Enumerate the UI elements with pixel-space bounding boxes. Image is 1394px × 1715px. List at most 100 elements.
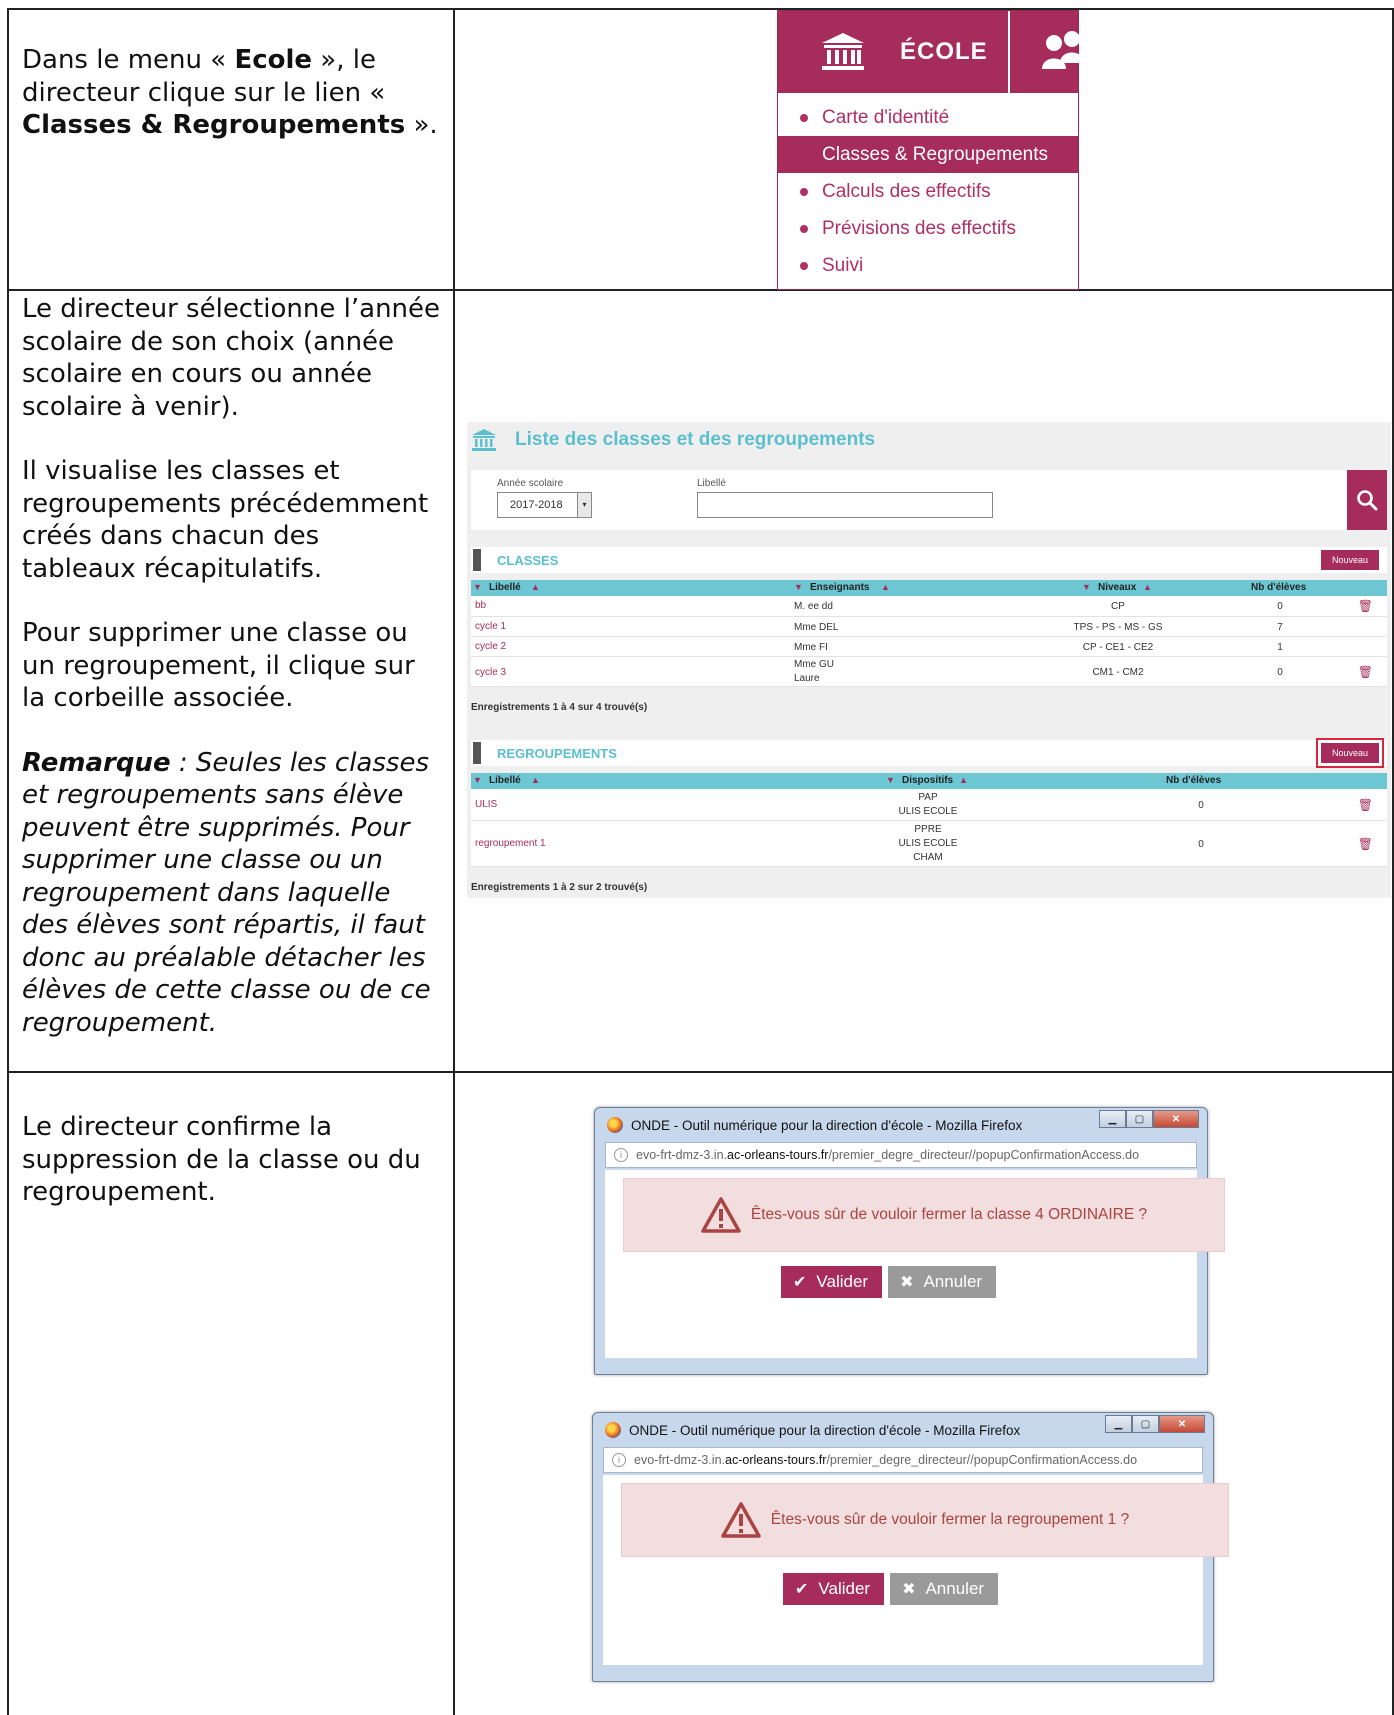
column-header[interactable]: Libellé [489,775,521,786]
regroupement-link[interactable]: regroupement 1 [475,838,546,849]
alert-message: Êtes-vous sûr de vouloir fermer la class… [623,1178,1225,1252]
levels: TPS - PS - MS - GS [1073,622,1163,633]
menu-item-previsions-effectifs[interactable]: Prévisions des effectifs [778,210,1078,247]
close-icon[interactable]: ✕ [1159,1415,1205,1433]
dropdown-arrow-icon[interactable]: ▾ [577,493,591,517]
check-icon: ✔ [795,1581,809,1598]
sort-asc-icon[interactable]: ▲ [959,775,968,785]
check-icon: ✔ [793,1274,807,1291]
step-3-text-cell: Le directeur confirme la suppression de … [7,1071,455,1715]
menu-item-suivi[interactable]: Suivi [778,247,1078,284]
button-label: Valider [816,1272,869,1291]
year-select[interactable]: 2017-2018 ▾ [497,492,592,518]
trash-icon[interactable]: 🗑 [1358,837,1373,851]
minimize-icon[interactable]: ▁ [1099,1110,1126,1128]
column-header: Nb d'élèves [1166,775,1222,786]
warning-icon [721,1502,761,1538]
step-1-text-cell: Dans le menu « Ecole », le directeur cli… [7,8,455,291]
url-prefix: evo-frt-dmz-3.in. [636,1148,727,1162]
dispositif: PPRE [914,824,942,835]
info-icon[interactable]: i [614,1148,628,1162]
regroupements-table: ▼ Libellé ▲ ▼ Dispositifs ▲ Nb d'élèves … [471,773,1387,867]
table-row: cycle 1 Mme DEL TPS - PS - MS - GS 7 [471,617,1387,637]
school-building-icon [822,33,864,70]
sort-asc-icon[interactable]: ▲ [881,582,890,592]
sort-desc-icon[interactable]: ▼ [473,775,482,785]
bullet [800,113,808,122]
url-domain: ac-orleans-tours.fr [725,1453,827,1467]
trash-icon[interactable]: 🗑 [1358,798,1373,812]
trash-icon[interactable]: 🗑 [1358,599,1373,613]
class-link[interactable]: cycle 1 [475,621,506,632]
column-header[interactable]: Enseignants [810,582,869,593]
column-header[interactable]: Libellé [489,582,521,593]
valider-button[interactable]: ✔ Valider [783,1573,885,1605]
maximize-icon[interactable]: ▢ [1126,1110,1153,1128]
menu-list: Carte d'identité Classes & Regroupements… [778,93,1078,284]
menu-header[interactable]: ÉCOLE [778,11,1080,93]
year-label: Année scolaire [497,478,564,489]
dialog-buttons: ✔ Valider ✖ Annuler [781,1266,997,1298]
button-label: Valider [818,1579,871,1598]
button-label: Annuler [923,1272,983,1291]
student-count: 0 [1277,667,1283,678]
table-row: ULIS PAP ULIS ECOLE 0 🗑 [471,789,1387,821]
alert-text: Êtes-vous sûr de vouloir fermer la class… [750,1206,1148,1223]
year-value: 2017-2018 [510,499,563,511]
maximize-icon[interactable]: ▢ [1132,1415,1159,1433]
menu-item-carte-identite[interactable]: Carte d'identité [778,99,1078,136]
text-run: Dans le menu « [22,45,235,75]
menu-item-label: Classes & Regroupements [822,143,1048,165]
records-count: Enregistrements 1 à 2 sur 2 trouvé(s) [471,882,648,893]
users-icon[interactable] [1040,29,1080,73]
remark-text: : Seules les classes et regroupements sa… [22,747,431,1038]
sort-desc-icon[interactable]: ▼ [473,582,482,592]
column-header: Nb d'élèves [1251,582,1307,593]
section-marker [473,742,481,764]
class-link[interactable]: cycle 3 [475,667,506,678]
dispositif: PAP [918,792,938,803]
ecole-menu: ÉCOLE Carte d'identité Classes & Regroup… [777,10,1080,290]
alert-message: Êtes-vous sûr de vouloir fermer la regro… [621,1483,1229,1557]
regroupement-link[interactable]: ULIS [475,799,497,810]
info-icon[interactable]: i [612,1453,626,1467]
menu-item-classes-regroupements[interactable]: Classes & Regroupements [778,136,1078,173]
step-2-paragraph-2: Il visualise les classes et regroupement… [22,456,429,584]
section-title: CLASSES [497,552,559,568]
bullet [800,187,808,196]
annuler-button[interactable]: ✖ Annuler [888,1266,997,1298]
class-link[interactable]: bb [475,600,486,611]
dialog-body: Êtes-vous sûr de vouloir fermer la regro… [603,1475,1229,1665]
student-count: 0 [1198,839,1204,850]
search-button[interactable] [1347,470,1387,530]
sort-asc-icon[interactable]: ▲ [531,775,540,785]
menu-item-calculs-effectifs[interactable]: Calculs des effectifs [778,173,1078,210]
student-count: 7 [1277,622,1283,633]
column-header[interactable]: Niveaux [1098,582,1136,593]
trash-icon[interactable]: 🗑 [1358,665,1373,679]
new-regroupement-button[interactable]: Nouveau [1316,738,1384,768]
section-marker [473,549,481,571]
libelle-input[interactable] [697,492,993,518]
minimize-icon[interactable]: ▁ [1105,1415,1132,1433]
school-building-icon [472,429,496,451]
valider-button[interactable]: ✔ Valider [781,1266,883,1298]
address-bar[interactable]: i evo-frt-dmz-3.in. ac-orleans-tours.fr/p… [603,1447,1203,1473]
bullet [800,261,808,270]
sort-desc-icon[interactable]: ▼ [794,582,803,592]
address-bar[interactable]: i evo-frt-dmz-3.in. ac-orleans-tours.fr/p… [605,1142,1197,1168]
sort-asc-icon[interactable]: ▲ [1143,582,1152,592]
sort-asc-icon[interactable]: ▲ [531,582,540,592]
annuler-button[interactable]: ✖ Annuler [890,1573,999,1605]
close-icon[interactable]: ✕ [1153,1110,1199,1128]
column-header[interactable]: Dispositifs [902,775,953,786]
sort-desc-icon[interactable]: ▼ [886,775,895,785]
new-class-button[interactable]: Nouveau [1321,550,1379,570]
table-row: cycle 3 Mme GU Laure CM1 - CM2 0 🗑 [471,657,1387,687]
dispositif: ULIS ECOLE [898,806,958,817]
table-header: ▼ Libellé ▲ ▼ Dispositifs ▲ Nb d'élèves [471,773,1387,789]
class-link[interactable]: cycle 2 [475,641,506,652]
student-count: 0 [1277,601,1283,612]
alert-text: Êtes-vous sûr de vouloir fermer la regro… [770,1511,1130,1528]
sort-desc-icon[interactable]: ▼ [1082,582,1091,592]
